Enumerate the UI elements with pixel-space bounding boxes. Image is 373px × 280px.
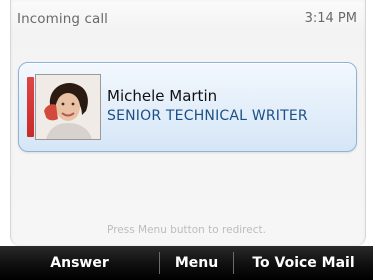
redirect-hint: Press Menu button to redirect. <box>107 224 266 236</box>
clock: 3:14 PM <box>304 11 357 26</box>
caller-card[interactable]: Michele Martin SENIOR TECHNICAL WRITER <box>18 62 357 152</box>
voicemail-softkey[interactable]: To Voice Mail <box>234 246 373 280</box>
menu-softkey[interactable]: Menu <box>160 246 233 280</box>
caller-job-title: SENIOR TECHNICAL WRITER <box>107 108 308 124</box>
incoming-call-screen: Incoming call 3:14 PM Michele Martin SEN… <box>0 0 373 280</box>
status-bar: Incoming call 3:14 PM <box>10 0 364 44</box>
softkey-bar: Answer Menu To Voice Mail <box>0 246 373 280</box>
presence-indicator <box>27 77 34 137</box>
answer-softkey[interactable]: Answer <box>0 246 159 280</box>
contact-photo-icon <box>35 74 101 140</box>
caller-name: Michele Martin <box>107 87 218 105</box>
screen-title: Incoming call <box>17 11 109 27</box>
